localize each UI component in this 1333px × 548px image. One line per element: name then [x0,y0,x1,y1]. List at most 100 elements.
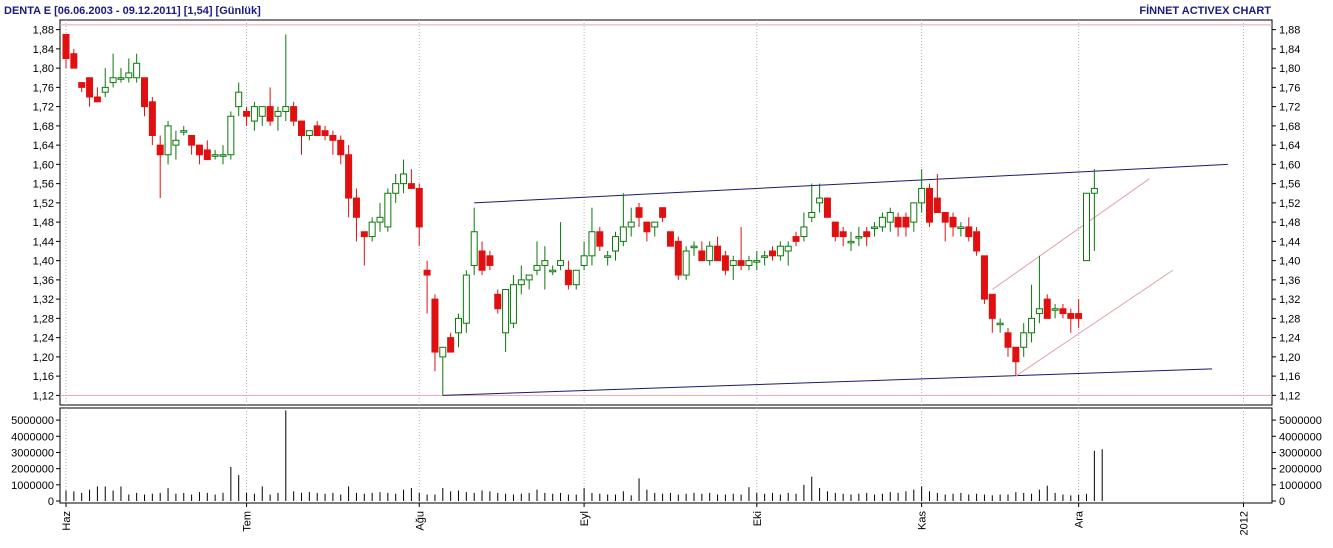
volume-y-tick-label-right: 2000000 [1279,464,1322,476]
candle-body [564,269,572,286]
candle-body [674,240,682,276]
candle-body [918,187,926,204]
candle-body [494,293,502,310]
candle-body [313,125,321,136]
volume-y-tick-label-left: 2000000 [11,464,54,476]
candle [926,183,933,227]
y-tick-label-left: 1,68 [33,121,54,133]
y-tick-label-right: 1,16 [1279,371,1300,383]
y-tick-label-left: 1,32 [33,294,54,306]
x-tick-label: 2012 [1239,511,1251,535]
volume-y-tick-label-left: 4000000 [11,431,54,443]
candle-body [164,125,172,156]
candle-body [1075,313,1083,319]
candle [462,270,470,333]
background [0,0,1333,543]
candle-body [753,260,761,263]
candle-body [698,250,706,262]
candle-body [831,221,839,238]
candle-body [769,250,776,257]
candle-body [455,317,462,334]
y-tick-label-right: 1,72 [1279,102,1300,114]
candle-body [627,221,635,228]
x-tick-label: Haz [61,511,73,531]
candle-body [376,216,384,223]
candle-body [871,226,879,229]
candle-body [266,106,274,122]
candle-body [470,231,478,266]
candle-body [384,192,392,228]
candle-body [800,226,808,238]
y-tick-label-left: 1,36 [33,275,54,287]
candle-body [188,135,196,146]
candle-body [447,337,455,353]
candle-body [195,144,203,156]
candle-body [533,264,541,271]
candle-body [1035,308,1043,315]
candle-body [227,115,235,156]
candle-body [274,110,282,117]
candle-body [659,207,667,218]
candle-body [156,144,164,156]
candle-body [690,245,698,249]
candle-body [839,231,847,238]
y-tick-label-left: 1,72 [33,102,54,114]
candle [973,226,981,256]
volume-y-tick-label-left: 3000000 [11,447,54,459]
y-tick-label-right: 1,52 [1279,198,1300,210]
candle-body [714,245,722,262]
candle-body [211,154,219,157]
candle-body [400,173,408,185]
y-tick-label-right: 1,84 [1279,44,1300,56]
volume-y-tick-label-left: 5000000 [11,415,54,427]
candle-body [345,154,353,199]
candle-body [1051,308,1059,311]
candle-body [941,212,949,223]
chart-root: DENTA E [06.06.2003 - 09.12.2011] [1,54]… [0,0,1333,543]
y-tick-label-left: 1,12 [33,390,54,402]
y-tick-label-right: 1,12 [1279,390,1300,402]
candle-body [706,245,714,262]
candle-body [878,216,886,228]
candle-body [666,231,674,247]
candle-body [509,284,517,324]
candle-body [973,231,981,252]
candle-body [823,197,831,218]
candle-body [337,139,345,156]
y-tick-label-right: 1,48 [1279,217,1300,229]
candle-body [980,255,988,300]
y-tick-label-left: 1,80 [33,63,54,75]
y-tick-label-right: 1,56 [1279,179,1300,191]
candle-body [321,130,329,136]
candle-body [1020,332,1028,348]
candle-body [180,130,188,133]
candle [227,111,235,160]
candle-body [109,77,117,84]
candle-body [407,183,415,189]
y-tick-label-right: 1,64 [1279,140,1300,152]
y-tick-label-left: 1,28 [33,313,54,325]
candle-body [423,269,431,276]
candle-body [816,197,824,204]
candle-body [141,77,148,108]
candle-body [549,269,557,273]
candle-body [965,226,973,238]
volume-y-tick-label-right: 0 [1279,496,1285,508]
y-tick-label-left: 1,24 [33,333,54,345]
y-tick-label-right: 1,40 [1279,256,1300,268]
y-tick-label-left: 1,48 [33,217,54,229]
candle-body [235,91,243,108]
candle-body [1090,187,1098,194]
y-tick-label-left: 1,16 [33,371,54,383]
candle-body [933,197,941,213]
volume-y-tick-label-right: 3000000 [1279,447,1322,459]
candle-body [1012,346,1020,363]
volume-y-tick-label-left: 1000000 [11,480,54,492]
candle-body [133,62,141,79]
candle-body [282,106,290,112]
chart-header-right: FİNNET ACTIVEX CHART [1139,4,1271,17]
candle-body [886,212,894,223]
x-tick-label: Ağu [414,511,426,531]
candle-body [243,110,251,117]
candle [674,236,682,280]
